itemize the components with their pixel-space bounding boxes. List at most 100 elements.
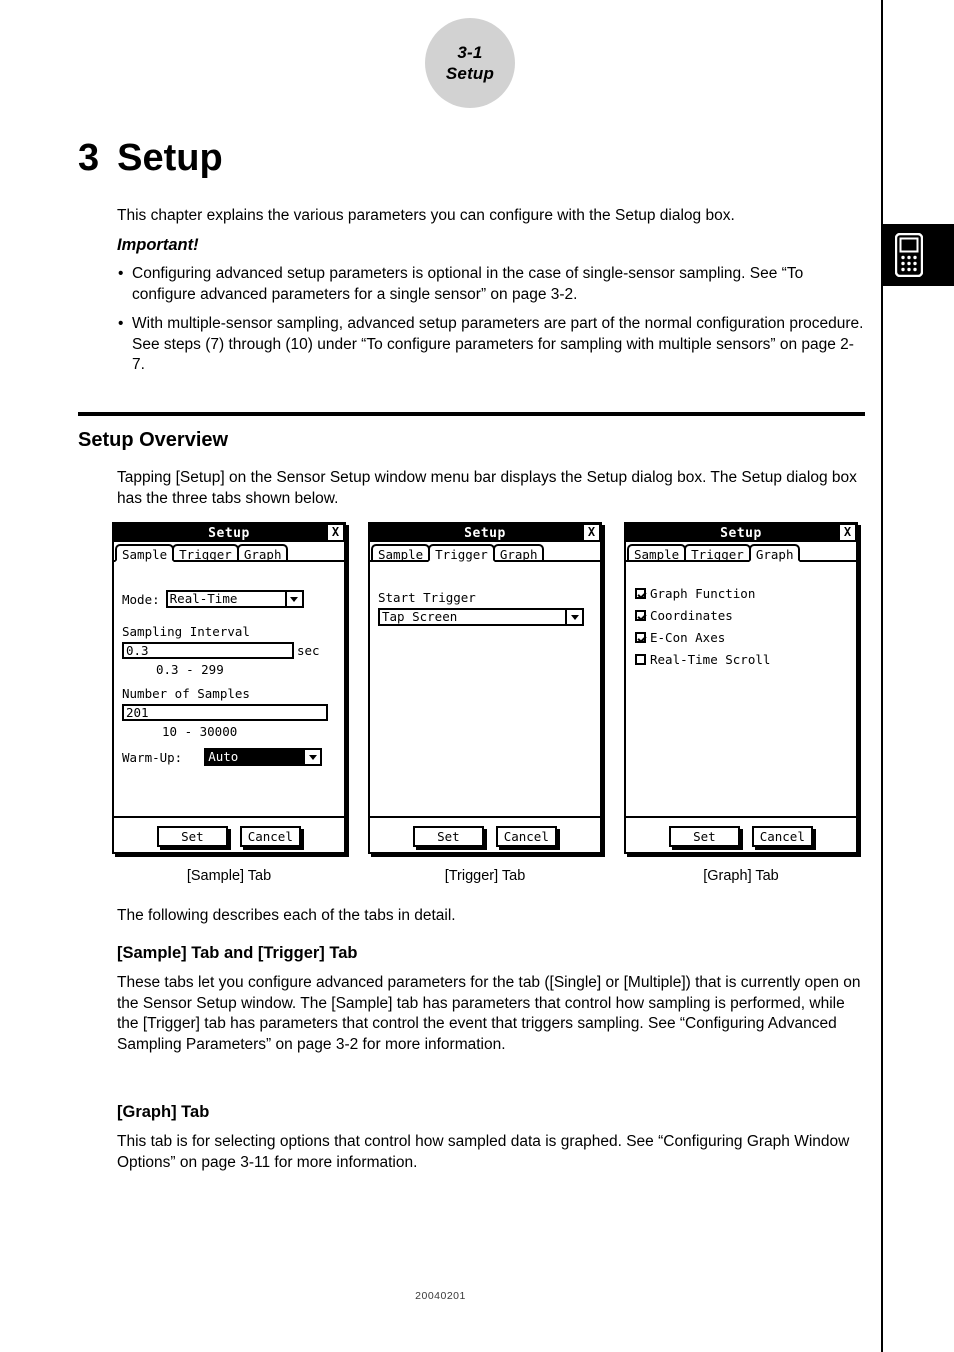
chapter-name: Setup bbox=[117, 137, 223, 179]
chevron-down-icon[interactable] bbox=[303, 750, 321, 764]
dialog-body-graph: Graph Function Coordinates E-Con Axes Re… bbox=[626, 562, 856, 816]
section-heading: Setup Overview bbox=[78, 429, 229, 451]
setup-dialog-graph: Setup X Sample Trigger Graph Graph Funct… bbox=[624, 522, 858, 854]
set-button[interactable]: Set bbox=[157, 825, 228, 847]
start-trigger-label-row: Start Trigger bbox=[378, 590, 476, 605]
list-item-text: With multiple-sensor sampling, advanced … bbox=[132, 315, 864, 374]
cancel-button[interactable]: Cancel bbox=[495, 825, 557, 847]
tab-sample[interactable]: Sample bbox=[627, 544, 687, 562]
document-page: 3-1 Setup 3 Setup This chapter explains t… bbox=[0, 0, 954, 1352]
dialog-title: Setup bbox=[208, 525, 250, 541]
dialog-body-sample: Mode: Real-Time Sampling Interval 0.3 se… bbox=[114, 562, 344, 816]
tab-sample[interactable]: Sample bbox=[115, 544, 175, 562]
tab-graph[interactable]: Graph bbox=[236, 544, 289, 562]
section-divider bbox=[78, 412, 865, 416]
sampling-interval-label-row: Sampling Interval bbox=[122, 624, 250, 639]
sampling-interval-label: Sampling Interval bbox=[122, 624, 250, 639]
dialog-footer: Set Cancel bbox=[114, 816, 344, 854]
chevron-down-icon[interactable] bbox=[565, 610, 582, 624]
dialog-footer: Set Cancel bbox=[370, 816, 600, 854]
calculator-icon bbox=[895, 233, 923, 277]
chevron-down-icon[interactable] bbox=[284, 592, 302, 606]
set-button[interactable]: Set bbox=[669, 825, 740, 847]
page-margin-rule bbox=[881, 0, 883, 1352]
list-item: • Configuring advanced setup parameters … bbox=[117, 264, 865, 305]
subsection-body-graph: This tab is for selecting options that c… bbox=[117, 1133, 850, 1171]
list-item-text: Configuring advanced setup parameters is… bbox=[132, 265, 804, 303]
option-label: Real-Time Scroll bbox=[650, 652, 771, 667]
dialog-titlebar: Setup X bbox=[626, 524, 856, 542]
sampling-interval-range: 0.3 - 299 bbox=[156, 662, 224, 677]
dialog-titlebar: Setup X bbox=[370, 524, 600, 542]
number-of-samples-label: Number of Samples bbox=[122, 686, 250, 701]
badge-page-number: 3-1 bbox=[457, 42, 483, 62]
start-trigger-label: Start Trigger bbox=[378, 590, 476, 605]
chapter-number: 3 bbox=[78, 137, 100, 179]
number-of-samples-input[interactable]: 201 bbox=[122, 704, 328, 721]
mode-value: Real-Time bbox=[169, 591, 238, 606]
warm-up-label: Warm-Up: bbox=[122, 749, 183, 765]
dialog-title: Setup bbox=[720, 525, 762, 541]
start-trigger-value: Tap Screen bbox=[382, 609, 458, 624]
close-icon[interactable]: X bbox=[328, 525, 343, 540]
dialog-tabbar: Sample Trigger Graph bbox=[626, 542, 856, 562]
start-trigger-select[interactable]: Tap Screen bbox=[378, 608, 584, 626]
important-heading: Important! bbox=[117, 236, 199, 254]
cancel-button[interactable]: Cancel bbox=[751, 825, 813, 847]
checkbox-icon[interactable] bbox=[635, 610, 646, 621]
option-coordinates[interactable]: Coordinates bbox=[635, 608, 733, 623]
tab-trigger[interactable]: Trigger bbox=[428, 544, 495, 562]
option-graph-function[interactable]: Graph Function bbox=[635, 586, 755, 601]
tab-graph[interactable]: Graph bbox=[492, 544, 545, 562]
warm-up-select[interactable]: Auto bbox=[204, 748, 323, 766]
option-real-time-scroll[interactable]: Real-Time Scroll bbox=[635, 652, 770, 667]
tab-sample[interactable]: Sample bbox=[371, 544, 431, 562]
tab-trigger[interactable]: Trigger bbox=[684, 544, 751, 562]
close-icon[interactable]: X bbox=[584, 525, 599, 540]
subsection-body-sample-trigger: These tabs let you configure advanced pa… bbox=[117, 974, 861, 1053]
dialog-title: Setup bbox=[464, 525, 506, 541]
setup-dialog-trigger: Setup X Sample Trigger Graph Start Trigg… bbox=[368, 522, 602, 854]
close-icon[interactable]: X bbox=[840, 525, 855, 540]
setup-dialog-sample: Setup X Sample Trigger Graph Mode: Real-… bbox=[112, 522, 346, 854]
option-label: E-Con Axes bbox=[650, 630, 726, 645]
dialog-footer: Set Cancel bbox=[626, 816, 856, 854]
number-of-samples-row: 201 bbox=[122, 704, 328, 721]
set-button[interactable]: Set bbox=[413, 825, 484, 847]
start-trigger-row: Tap Screen bbox=[378, 608, 584, 626]
checkbox-icon[interactable] bbox=[635, 654, 646, 665]
number-of-samples-range: 10 - 30000 bbox=[162, 724, 238, 739]
subsection-heading-graph: [Graph] Tab bbox=[117, 1103, 210, 1121]
badge-chapter-name: Setup bbox=[445, 64, 495, 83]
cancel-button[interactable]: Cancel bbox=[239, 825, 301, 847]
tab-graph[interactable]: Graph bbox=[748, 544, 801, 562]
subsection-heading-sample-trigger: [Sample] Tab and [Trigger] Tab bbox=[117, 944, 358, 962]
bullet-marker: • bbox=[118, 315, 124, 333]
mode-label: Mode: bbox=[122, 591, 160, 607]
intro-paragraph: This chapter explains the various parame… bbox=[117, 207, 735, 224]
dialog-titlebar: Setup X bbox=[114, 524, 344, 542]
option-e-con-axes[interactable]: E-Con Axes bbox=[635, 630, 725, 645]
bullet-marker: • bbox=[118, 265, 124, 282]
tab-trigger[interactable]: Trigger bbox=[172, 544, 239, 562]
option-label: Graph Function bbox=[650, 586, 756, 601]
option-label: Coordinates bbox=[650, 608, 733, 623]
sampling-interval-input[interactable]: 0.3 bbox=[122, 642, 294, 659]
important-bullet-list: • Configuring advanced setup parameters … bbox=[117, 264, 865, 385]
mode-select[interactable]: Real-Time bbox=[165, 590, 304, 608]
mode-row: Mode: Real-Time bbox=[122, 590, 304, 608]
number-of-samples-label-row: Number of Samples bbox=[122, 686, 250, 701]
page-number-badge: 3-1 Setup bbox=[425, 18, 515, 108]
page-title: 3 Setup bbox=[78, 137, 223, 180]
caption-graph-tab: [Graph] Tab bbox=[703, 868, 779, 884]
caption-trigger-tab: [Trigger] Tab bbox=[444, 868, 526, 884]
checkbox-icon[interactable] bbox=[635, 632, 646, 643]
sampling-interval-row: 0.3 sec bbox=[122, 642, 320, 659]
overview-paragraph: Tapping [Setup] on the Sensor Setup wind… bbox=[117, 469, 857, 507]
dialog-body-trigger: Start Trigger Tap Screen bbox=[370, 562, 600, 816]
list-item: • With multiple-sensor sampling, advance… bbox=[117, 314, 865, 376]
warm-up-value: Auto bbox=[206, 750, 304, 764]
page-footer: 20040201 bbox=[415, 1290, 466, 1302]
checkbox-icon[interactable] bbox=[635, 588, 646, 599]
chapter-thumb-tab bbox=[883, 224, 954, 286]
